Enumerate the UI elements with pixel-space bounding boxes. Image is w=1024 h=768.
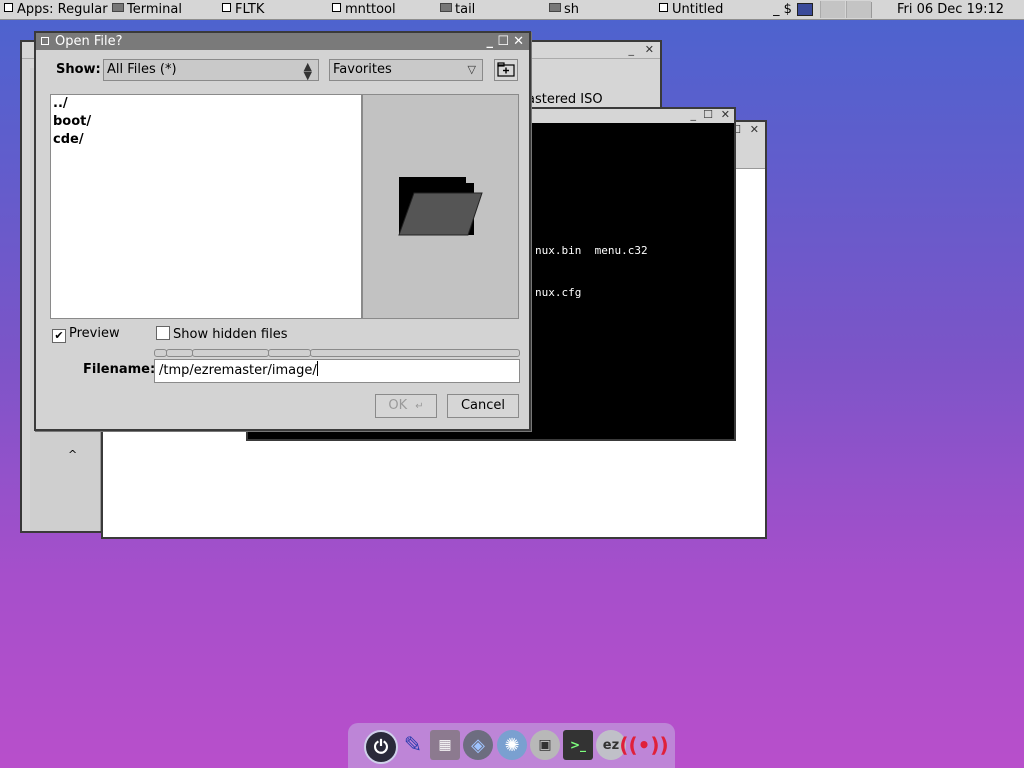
terminal-icon[interactable]: >_ — [563, 730, 593, 760]
maximize-icon[interactable]: ☐ — [497, 33, 509, 50]
ok-button[interactable]: OK ↵ — [375, 394, 437, 418]
show-label: Show: — [56, 62, 101, 77]
terminal-icon — [112, 3, 124, 12]
path-segment[interactable] — [166, 349, 193, 357]
path-bar — [154, 349, 520, 358]
text-caret — [316, 361, 318, 376]
updown-icon: ▲ ▼ — [303, 60, 312, 82]
taskbar-task-sh[interactable]: sh — [549, 2, 654, 18]
taskbar-clock: Fri 06 Dec 19:12 — [897, 2, 1005, 17]
chevron-down-icon: ▽ — [467, 63, 476, 76]
file-item[interactable]: ../ — [53, 95, 68, 113]
maximize-icon[interactable]: ☐ — [703, 109, 713, 120]
window-menu-icon[interactable] — [41, 37, 49, 45]
new-folder-icon — [497, 62, 515, 77]
wireless-icon[interactable]: ((•)) — [619, 730, 668, 760]
preview-checkbox[interactable]: ✔ Preview — [52, 326, 120, 343]
minimize-icon[interactable]: _ — [691, 109, 697, 120]
open-file-dialog[interactable]: Open File? _ ☐ ✕ Show: All Files (*) ▲ ▼ … — [34, 31, 531, 431]
filename-value: /tmp/ezremaster/image/ — [159, 363, 317, 378]
favorites-select[interactable]: Favorites ▽ — [329, 59, 483, 81]
window-icon — [659, 3, 668, 12]
image-editor-icon[interactable]: ▦ — [430, 730, 460, 760]
dialog-title: Open File? — [55, 34, 123, 49]
show-hidden-checkbox[interactable]: Show hidden files — [156, 326, 288, 342]
minimize-icon[interactable]: _ — [629, 44, 635, 55]
apps-menu-icon — [4, 3, 13, 12]
cancel-button[interactable]: Cancel — [447, 394, 519, 418]
paint-brush-icon[interactable]: ✎ — [398, 730, 428, 760]
preview-checkbox-label: Preview — [69, 326, 120, 341]
taskbar-divider — [871, 2, 872, 18]
return-key-icon: ↵ — [415, 401, 424, 412]
taskbar-task-untitled[interactable]: Untitled — [659, 2, 767, 18]
taskbar: Apps: Regular Terminal FLTK mnttool tail… — [0, 0, 1024, 20]
taskbar-indicator: _ $ — [773, 2, 792, 17]
workspace-2[interactable] — [846, 1, 871, 18]
file-item[interactable]: boot/ — [53, 113, 91, 131]
taskbar-apps-menu[interactable]: Apps: Regular — [4, 2, 110, 18]
taskbar-task-mnttool[interactable]: mnttool — [332, 2, 437, 18]
dialog-titlebar[interactable]: Open File? _ ☐ ✕ — [36, 33, 529, 50]
taskbar-task-tail[interactable]: tail — [440, 2, 545, 18]
folder-icon — [398, 177, 483, 236]
path-segment[interactable] — [310, 349, 520, 357]
close-icon[interactable]: ✕ — [721, 109, 730, 120]
network-icon[interactable]: ◈ — [463, 730, 493, 760]
terminal-line: nux.cfg — [535, 286, 582, 299]
path-segment[interactable] — [192, 349, 269, 357]
checkbox-icon — [156, 326, 170, 340]
terminal-icon — [440, 3, 452, 12]
filename-input[interactable]: /tmp/ezremaster/image/ — [154, 359, 520, 383]
runner-icon[interactable]: ✺ — [497, 730, 527, 760]
workspace-pager[interactable] — [820, 1, 872, 22]
new-folder-button[interactable] — [494, 59, 518, 81]
path-segment[interactable] — [268, 349, 311, 357]
filter-select[interactable]: All Files (*) ▲ ▼ — [103, 59, 319, 81]
file-list[interactable]: ../ boot/ cde/ — [50, 94, 362, 319]
workspace-1[interactable] — [820, 1, 845, 18]
taskbar-task-terminal[interactable]: Terminal — [112, 2, 217, 18]
window-icon — [222, 3, 231, 12]
terminal-icon — [549, 3, 561, 12]
drive-icon[interactable]: ▣ — [530, 730, 560, 760]
terminal-output: nux.bin menu.c32 nux.cfg — [535, 216, 648, 328]
background-window-text: astered ISO — [527, 92, 603, 107]
preview-pane — [362, 94, 519, 319]
close-icon[interactable]: ✕ — [750, 124, 759, 135]
show-hidden-label: Show hidden files — [173, 327, 288, 342]
power-icon[interactable]: ⏻ — [364, 730, 398, 764]
window-icon — [332, 3, 341, 12]
favorites-label: Favorites — [333, 62, 392, 77]
pager-icon[interactable] — [797, 2, 817, 18]
terminal-line: nux.bin menu.c32 — [535, 244, 648, 257]
file-item[interactable]: cde/ — [53, 131, 84, 149]
filename-label: Filename: — [83, 362, 156, 377]
minimize-icon[interactable]: _ — [487, 33, 494, 50]
close-icon[interactable]: ✕ — [513, 33, 524, 50]
checkmark-icon: ✔ — [52, 329, 66, 343]
close-icon[interactable]: ✕ — [645, 44, 654, 55]
taskbar-task-fltk[interactable]: FLTK — [222, 2, 327, 18]
dock: ⏻ ✎ ▦ ◈ ✺ ▣ >_ ez ((•)) — [348, 723, 675, 768]
filter-value: All Files (*) — [107, 62, 177, 77]
caret-icon: ^ — [68, 448, 78, 461]
